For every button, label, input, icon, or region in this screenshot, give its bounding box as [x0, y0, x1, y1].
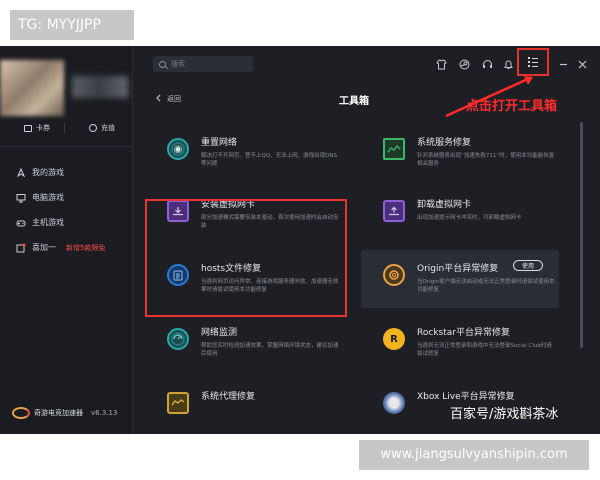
- proxy-fix-icon: [167, 392, 189, 414]
- tool-name: Rockstar平台异常修复: [417, 328, 510, 338]
- card-icon: [24, 124, 32, 132]
- recharge-button[interactable]: 充值: [65, 123, 115, 133]
- brand-logo-icon: [12, 407, 30, 419]
- tool-desc: 当Origin客户端无法启动或无法正常登录时请尝试使用本功能修复: [417, 279, 555, 293]
- highlight-box-hosts: [145, 199, 347, 317]
- tg-badge: TG: MYYJJPP: [10, 10, 134, 40]
- sidebar-item-my-games[interactable]: 我的游戏: [16, 160, 131, 185]
- rockstar-icon: R: [383, 328, 405, 350]
- minimize-icon[interactable]: [558, 59, 569, 70]
- card-coupon-button[interactable]: 卡券: [0, 123, 50, 133]
- watermark-url: www.jiangsulvyanshipin.com: [359, 440, 589, 470]
- tool-desc: 解决打不开网页、登不上QQ、无法上网、游戏出现DNS等问题: [201, 153, 338, 167]
- tool-network-monitor[interactable]: 网络监测 帮助您实时检测加速效果，掌握网络环境状态，建议加速后使用: [145, 314, 343, 372]
- sidebar: 卡券 充值 我的游戏 电脑游戏 主机游戏 喜加一 新增5款限免 奇游电竞加速器 …: [0, 46, 133, 434]
- sidebar-item-pc-games[interactable]: 电脑游戏: [16, 185, 131, 210]
- sidebar-item-label: 我的游戏: [32, 168, 64, 177]
- origin-icon: [383, 264, 405, 286]
- network-monitor-icon: [167, 328, 189, 350]
- brand-name: 奇游电竞加速器: [34, 409, 83, 417]
- recharge-label: 充值: [101, 124, 115, 132]
- use-button[interactable]: 使用: [513, 260, 543, 271]
- sidebar-divider: [0, 146, 133, 147]
- username-blurred: [72, 76, 128, 98]
- sidebar-item-free-games[interactable]: 喜加一 新增5款限免: [16, 235, 131, 260]
- annotation-note: 点击打开工具箱: [466, 99, 558, 114]
- network-reset-icon: ◉: [167, 138, 189, 160]
- tool-name: 系统代理修复: [201, 392, 256, 402]
- sidebar-nav: 我的游戏 电脑游戏 主机游戏 喜加一 新增5款限免: [16, 160, 131, 260]
- uninstall-nic-icon: [383, 200, 405, 222]
- tool-name: 网络监测: [201, 328, 238, 338]
- tool-origin-repair[interactable]: Origin平台异常修复 使用 当Origin客户端无法启动或无法正常登录时请尝…: [361, 250, 559, 308]
- coin-icon: [89, 124, 97, 132]
- brand: 奇游电竞加速器 v6.3.13: [12, 404, 130, 422]
- xbox-icon: [383, 392, 405, 414]
- headset-icon[interactable]: [482, 59, 493, 70]
- tool-name: 重置网络: [201, 138, 238, 148]
- search-input[interactable]: [171, 60, 251, 68]
- tool-desc: 出现加速提示网卡冲突时，可卸载虚拟网卡: [417, 215, 522, 221]
- bell-icon[interactable]: [503, 59, 514, 70]
- shirt-icon[interactable]: [436, 59, 447, 70]
- tool-name: Origin平台异常修复: [417, 264, 499, 274]
- quick-actions: 卡券 充值: [0, 118, 133, 138]
- gamepad-icon: [16, 218, 26, 228]
- steam-icon[interactable]: [459, 59, 470, 70]
- tool-name: 卸载虚拟网卡: [417, 200, 472, 210]
- tool-desc: 针对系统服务出现“加速失败711”时，使用本功能能恢复相关服务: [417, 153, 555, 167]
- invite-icon: [16, 243, 26, 253]
- menu-icon: [528, 56, 538, 69]
- sidebar-item-console-games[interactable]: 主机游戏: [16, 210, 131, 235]
- scrollbar[interactable]: [580, 122, 583, 348]
- version-label: v6.3.13: [91, 409, 118, 417]
- sidebar-item-label: 电脑游戏: [32, 193, 64, 202]
- search-icon: [159, 60, 166, 68]
- sidebar-item-label: 主机游戏: [32, 218, 64, 227]
- screenshot-page: TG: MYYJJPP 卡券 充值 我的游戏 电脑游戏 主机游戏 喜加一 新增5…: [0, 0, 600, 480]
- monitor-icon: [16, 193, 26, 203]
- watermark-author: 百家号/游戏斟茶冰: [450, 407, 559, 422]
- tool-name: 系统服务修复: [417, 138, 472, 148]
- promo-badge: 新增5款限免: [66, 243, 106, 252]
- system-service-icon: [383, 138, 405, 160]
- tool-reset-network[interactable]: ◉ 重置网络 解决打不开网页、登不上QQ、无法上网、游戏出现DNS等问题: [145, 124, 343, 182]
- search-box[interactable]: [153, 56, 253, 72]
- tool-rockstar-repair[interactable]: R Rockstar平台异常修复 当遇到无法正常登录和游戏中无法登录Social…: [361, 314, 559, 372]
- tool-name: Xbox Live平台异常修复: [417, 392, 515, 402]
- sidebar-item-label: 喜加一: [32, 243, 56, 252]
- avatar[interactable]: [0, 60, 64, 116]
- tool-uninstall-virtual-nic[interactable]: 卸载虚拟网卡 出现加速提示网卡冲突时，可卸载虚拟网卡: [361, 186, 559, 244]
- close-icon[interactable]: [577, 59, 588, 70]
- tool-desc: 当遇到无法正常登录和游戏中无法登录Social Club时请尝试修复: [417, 343, 552, 357]
- tool-desc: 帮助您实时检测加速效果，掌握网络环境状态，建议加速后使用: [201, 343, 339, 357]
- tool-system-service-repair[interactable]: 系统服务修复 针对系统服务出现“加速失败711”时，使用本功能能恢复相关服务: [361, 124, 559, 182]
- rocket-icon: [16, 167, 26, 178]
- card-coupon-label: 卡券: [36, 124, 50, 132]
- tool-system-proxy-repair[interactable]: 系统代理修复: [145, 378, 343, 436]
